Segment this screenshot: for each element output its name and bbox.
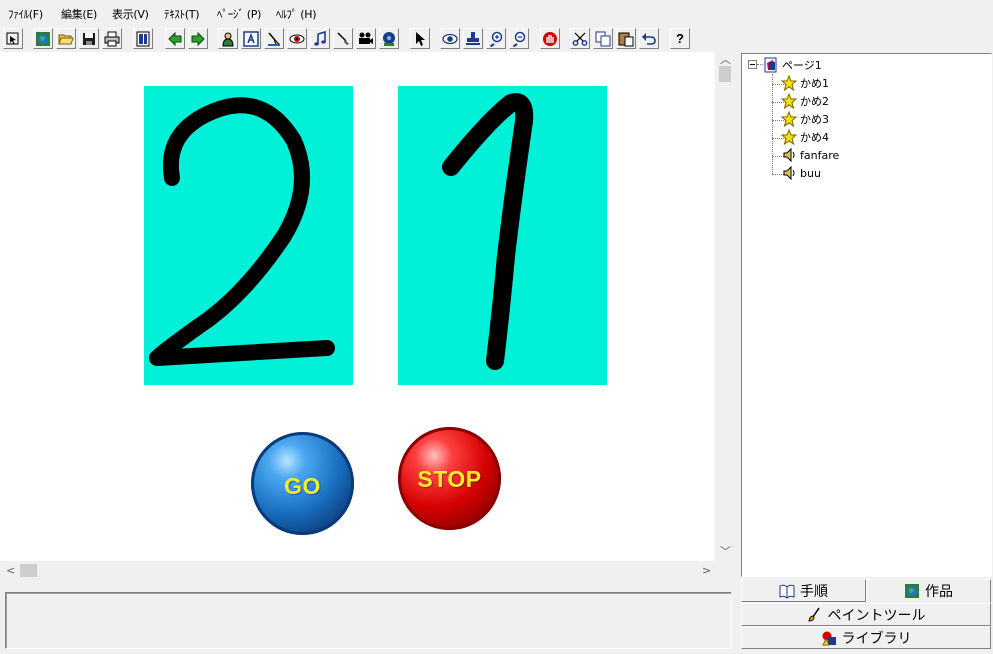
star-character-icon: [781, 111, 797, 127]
movie-icon[interactable]: [356, 28, 376, 49]
horizontal-scroll-thumb[interactable]: [20, 564, 37, 577]
music-note-icon[interactable]: [310, 28, 330, 49]
tree-connector: [772, 74, 773, 174]
tree-label: fanfare: [800, 148, 840, 162]
cut-icon[interactable]: [570, 28, 590, 49]
scroll-right-icon[interactable]: >: [702, 565, 711, 576]
arrow-left-icon[interactable]: [165, 28, 185, 49]
tree-label: かめ3: [800, 113, 829, 126]
tree-node-page[interactable]: ページ1: [763, 57, 822, 73]
stamp-icon[interactable]: [463, 28, 483, 49]
scroll-down-icon[interactable]: ﹀: [720, 546, 731, 557]
tab-paint-tool[interactable]: ペイントツール: [741, 603, 991, 626]
eye-red-icon[interactable]: [287, 28, 307, 49]
star-character-icon: [781, 129, 797, 145]
tree-node-kame4[interactable]: かめ4: [781, 129, 829, 145]
tree-label: かめ1: [800, 77, 829, 90]
stop-button[interactable]: STOP: [398, 427, 501, 530]
tree-node-kame3[interactable]: かめ3: [781, 111, 829, 127]
layout-icon[interactable]: [133, 28, 153, 49]
tab-library[interactable]: ライブラリ: [741, 626, 991, 649]
menu-edit[interactable]: 編集(E): [61, 6, 97, 22]
tab-library-label: ライブラリ: [841, 630, 912, 647]
tree-node-kame1[interactable]: かめ1: [781, 75, 829, 91]
stop-label: STOP: [417, 466, 482, 492]
character-icon[interactable]: [218, 28, 238, 49]
tree-collapse-toggle[interactable]: [748, 60, 757, 69]
digit-2-drawing: [149, 97, 335, 366]
vertical-scrollbar[interactable]: ︿ ﹀: [715, 52, 735, 561]
horizontal-scrollbar[interactable]: < >: [0, 561, 715, 580]
print-icon[interactable]: [102, 28, 122, 49]
menu-bar: ﾌｧｲﾙ(F) 編集(E) 表示(V) ﾃｷｽﾄ(T) ﾍﾟｰｼﾞ (P) ﾍﾙ…: [0, 0, 993, 26]
help-icon[interactable]: ?: [670, 28, 690, 49]
tree-label: かめ2: [800, 95, 829, 108]
menu-help[interactable]: ﾍﾙﾌﾟ (H): [276, 6, 317, 22]
tab-work-label: 作品: [925, 584, 953, 600]
book-icon: [779, 584, 795, 599]
stage-canvas[interactable]: GO STOP: [0, 52, 715, 561]
digit-1-drawing: [442, 93, 534, 370]
tree-node-fanfare[interactable]: fanfare: [781, 147, 839, 163]
eye-icon[interactable]: [440, 28, 460, 49]
tab-procedure-label: 手順: [800, 583, 828, 600]
zoom-in-icon[interactable]: [486, 28, 506, 49]
menu-file[interactable]: ﾌｧｲﾙ(F): [8, 6, 43, 22]
scroll-left-icon[interactable]: <: [6, 565, 15, 576]
tree-node-kame2[interactable]: かめ2: [781, 93, 829, 109]
copy-icon[interactable]: [593, 28, 613, 49]
undo-icon[interactable]: [639, 28, 659, 49]
object-tree[interactable]: ページ1 かめ1 かめ2 かめ3 かめ4 fanfare buu: [741, 53, 992, 577]
text-a-icon[interactable]: [241, 28, 261, 49]
speaker-icon: [783, 165, 795, 181]
zoom-out-icon[interactable]: [509, 28, 529, 49]
shapes-icon: [821, 631, 836, 645]
pointer-small-icon[interactable]: [3, 28, 23, 49]
paint-icon[interactable]: [264, 28, 284, 49]
cursor-icon[interactable]: [410, 28, 430, 49]
star-character-icon: [781, 75, 797, 91]
star-character-icon: [781, 93, 797, 109]
tree-label: かめ4: [800, 131, 829, 144]
menu-view[interactable]: 表示(V): [112, 6, 149, 22]
panel-splitter[interactable]: [735, 52, 740, 652]
stop-hand-icon[interactable]: [540, 28, 560, 49]
brush-icon[interactable]: [333, 28, 353, 49]
help-label: ?: [676, 31, 684, 46]
tree-node-buu[interactable]: buu: [781, 165, 821, 181]
paste-icon[interactable]: [616, 28, 636, 49]
digit-card-right[interactable]: [398, 86, 607, 385]
globe-icon[interactable]: [33, 28, 53, 49]
go-label: GO: [284, 473, 321, 499]
disc-icon[interactable]: [379, 28, 399, 49]
speaker-icon: [783, 147, 795, 163]
status-panel: [5, 592, 732, 649]
page-icon: [764, 57, 777, 73]
tree-label: buu: [800, 166, 821, 180]
toolbar: ?: [0, 27, 993, 51]
vertical-scroll-thumb[interactable]: [719, 66, 731, 82]
digit-card-left[interactable]: [144, 86, 353, 385]
menu-page[interactable]: ﾍﾟｰｼﾞ (P): [217, 6, 261, 22]
arrow-right-icon[interactable]: [188, 28, 208, 49]
scroll-up-icon[interactable]: ︿: [720, 54, 731, 65]
go-button[interactable]: GO: [251, 432, 354, 535]
open-folder-icon[interactable]: [56, 28, 76, 49]
paintbrush-icon: [807, 607, 820, 622]
tab-procedure[interactable]: 手順: [741, 579, 866, 602]
menu-text[interactable]: ﾃｷｽﾄ(T): [164, 6, 200, 22]
save-icon[interactable]: [79, 28, 99, 49]
tree-label: ページ1: [782, 59, 822, 72]
tab-paint-tool-label: ペイントツール: [827, 607, 926, 624]
tab-work[interactable]: 作品: [866, 579, 991, 603]
globe-icon: [905, 584, 919, 598]
